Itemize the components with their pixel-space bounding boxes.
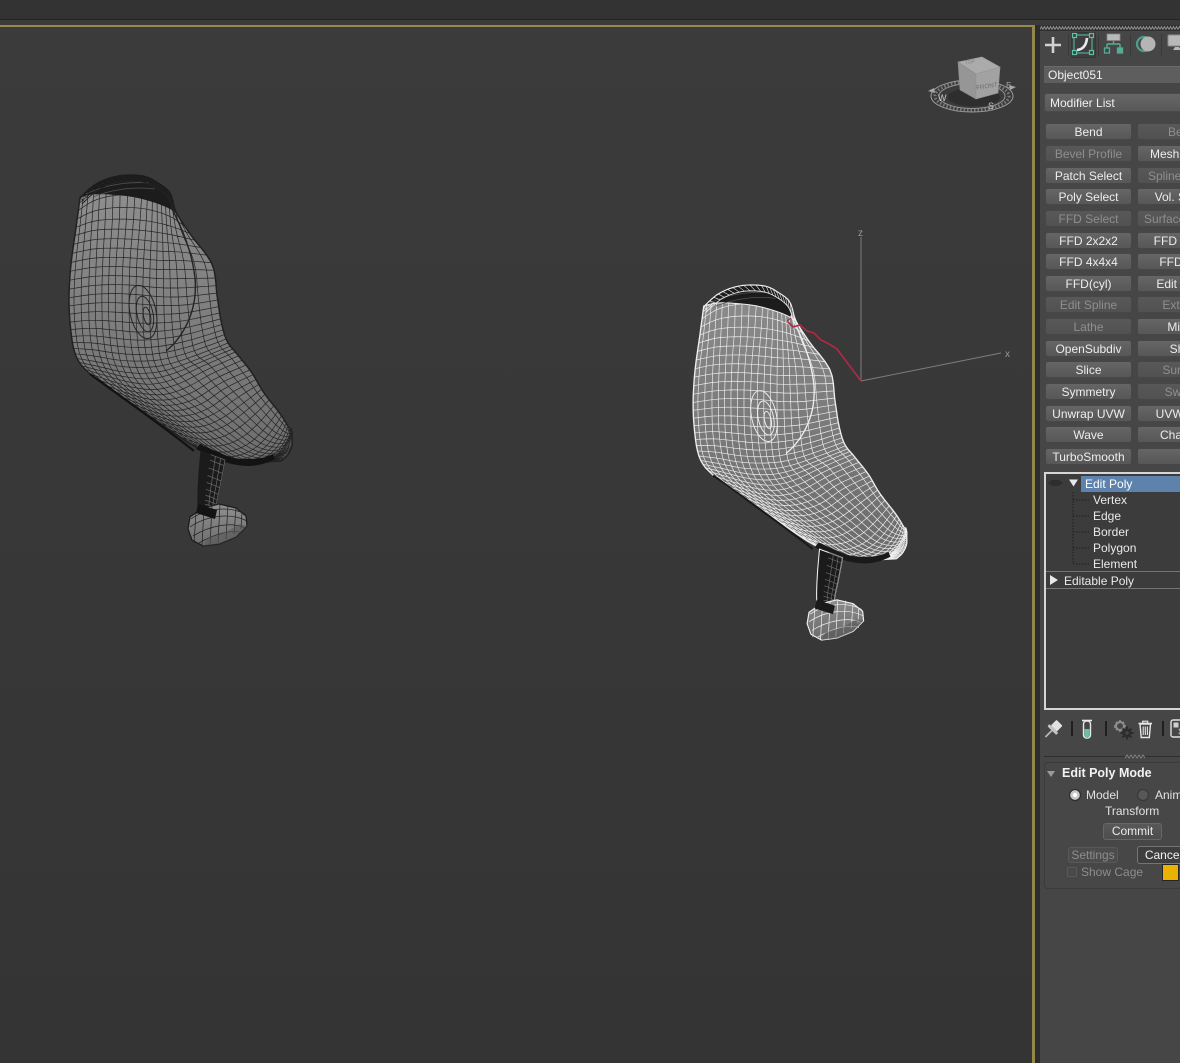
svg-text:TOP: TOP xyxy=(965,59,976,66)
svg-text:S: S xyxy=(988,101,994,111)
svg-text:W: W xyxy=(938,93,947,103)
svg-text:E: E xyxy=(1006,81,1011,90)
svg-text:x: x xyxy=(1005,349,1010,360)
svg-text:z: z xyxy=(858,228,863,239)
